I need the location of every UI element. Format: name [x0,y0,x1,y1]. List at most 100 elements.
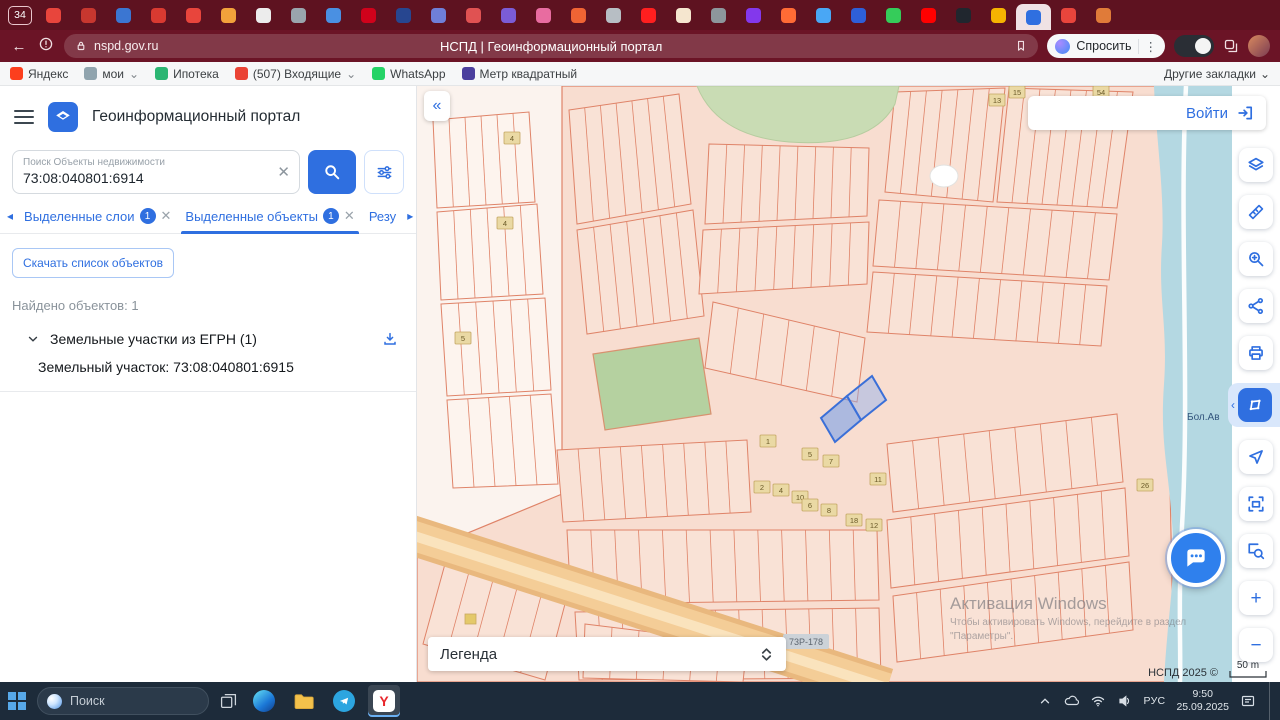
url-box[interactable]: nspd.gov.ru НСПД | Геоинформационный пор… [64,34,1038,58]
browser-tab[interactable] [666,0,701,30]
bookmark-item[interactable]: Ипотека [155,67,219,81]
draw-icon[interactable] [1238,388,1272,422]
bookmark-item[interactable]: Яндекс [10,67,68,81]
browser-tab[interactable] [36,0,71,30]
browser-tab[interactable] [561,0,596,30]
taskbar-app-edge[interactable] [248,685,280,717]
zoom-in-button[interactable]: + [1239,581,1273,615]
browser-tab[interactable] [386,0,421,30]
browser-tab[interactable] [176,0,211,30]
parcel-label[interactable]: 5 [455,332,471,344]
tab-close-icon[interactable]: ✕ [344,208,355,224]
layers-button[interactable] [1239,148,1273,182]
browser-tab[interactable] [981,0,1016,30]
tray-expand-icon[interactable] [1038,694,1052,708]
parcel-label[interactable]: 15 [1009,86,1025,98]
browser-tab[interactable] [141,0,176,30]
taskbar-app-folder[interactable] [288,685,320,717]
browser-tab[interactable] [771,0,806,30]
results-group[interactable]: Земельные участки из ЕГРН (1) [0,313,416,347]
tabs-scroll-left-icon[interactable]: ◂ [4,209,16,232]
collections-icon[interactable] [1223,38,1239,54]
browser-tab[interactable] [736,0,771,30]
browser-tab[interactable] [946,0,981,30]
bookmark-item[interactable]: WhatsApp [372,67,445,81]
share-button[interactable] [1239,289,1273,323]
nspd-logo-icon[interactable] [48,102,78,132]
tab-results[interactable]: Резу [363,209,402,233]
browser-tab[interactable] [1051,0,1086,30]
show-desktop-button[interactable] [1269,682,1272,720]
area-search-button[interactable] [1239,534,1273,568]
bookmark-item[interactable]: мои⌄ [84,67,139,81]
browser-tab[interactable] [421,0,456,30]
parcel-label[interactable]: 7 [823,455,839,467]
parcel-label[interactable]: 2 [754,481,770,493]
parcel-label[interactable]: 4 [504,132,520,144]
tab-close-icon[interactable]: ✕ [161,208,172,224]
browser-tab[interactable] [631,0,666,30]
login-button[interactable]: Войти [1028,96,1266,130]
parcel-label[interactable]: 5 [802,448,818,460]
taskbar-app-telegram[interactable] [328,685,360,717]
tabs-scroll-right-icon[interactable]: ▸ [404,209,416,232]
browser-tab[interactable] [806,0,841,30]
notification-center-icon[interactable] [1240,693,1256,709]
measure-button[interactable] [1239,195,1273,229]
parcel-label[interactable]: 12 [866,519,882,531]
parcel-label[interactable]: 11 [870,473,886,485]
browser-tab[interactable] [841,0,876,30]
download-group-icon[interactable] [382,331,398,347]
chevron-left-icon[interactable]: ‹ [1231,398,1235,412]
volume-icon[interactable] [1117,693,1133,709]
zoom-out-button[interactable]: − [1239,628,1273,662]
result-item[interactable]: Земельный участок: 73:08:040801:6915 [0,359,416,392]
browser-tab[interactable] [1016,4,1051,30]
browser-tab[interactable] [596,0,631,30]
browser-tab[interactable] [211,0,246,30]
browser-tab[interactable] [911,0,946,30]
other-bookmarks-button[interactable]: Другие закладки⌄ [1164,67,1270,81]
parcel-label[interactable]: 8 [821,504,837,516]
parcel-label[interactable]: 18 [846,514,862,526]
legend-bar[interactable]: Легенда [428,637,786,671]
parcel-label[interactable]: 6 [802,499,818,511]
site-info-icon[interactable] [37,36,55,56]
browser-tab[interactable] [456,0,491,30]
download-list-button[interactable]: Скачать список объектов [12,248,174,278]
cloud-icon[interactable] [1063,693,1079,709]
theme-toggle[interactable] [1174,35,1214,57]
collapse-panel-button[interactable]: « [424,91,450,121]
language-indicator[interactable]: РУС [1144,695,1166,707]
browser-tab[interactable] [71,0,106,30]
tab-counter-button[interactable]: 34 [8,6,32,25]
clear-search-icon[interactable]: ✕ [277,163,290,181]
chat-button[interactable] [1167,529,1225,587]
browser-tab[interactable] [1086,0,1121,30]
search-input[interactable]: Поиск Объекты недвижимости 73:08:040801:… [12,150,300,194]
task-view-icon[interactable] [220,693,237,710]
ask-button[interactable]: Спросить ⋮ [1047,34,1165,58]
taskbar-search-input[interactable]: Поиск [37,687,209,715]
coordinate-search-button[interactable] [1239,242,1273,276]
parcel-label[interactable]: 26 [1137,479,1153,491]
browser-tab[interactable] [491,0,526,30]
tab-selected-layers[interactable]: Выделенные слои 1 ✕ [18,208,177,233]
browser-tab[interactable] [246,0,281,30]
parcel-label[interactable]: 1 [760,435,776,447]
filter-button[interactable] [364,150,404,194]
map-canvas[interactable]: 73Р-17844513155415711241068181226Бол.Ав [417,86,1232,682]
bookmark-item[interactable]: (507) Входящие⌄ [235,67,356,81]
menu-icon[interactable] [14,110,34,124]
browser-tab[interactable] [876,0,911,30]
wifi-icon[interactable] [1090,693,1106,709]
taskbar-app-yandex[interactable]: Y [368,685,400,717]
profile-avatar[interactable] [1248,35,1270,57]
back-icon[interactable]: ← [10,38,28,55]
chevron-down-icon[interactable] [26,332,40,346]
ask-menu-icon[interactable]: ⋮ [1138,39,1158,54]
browser-tab[interactable] [701,0,736,30]
bookmark-item[interactable]: Метр квадратный [462,67,578,81]
start-button-icon[interactable] [8,692,26,710]
my-location-button[interactable] [1239,440,1273,474]
